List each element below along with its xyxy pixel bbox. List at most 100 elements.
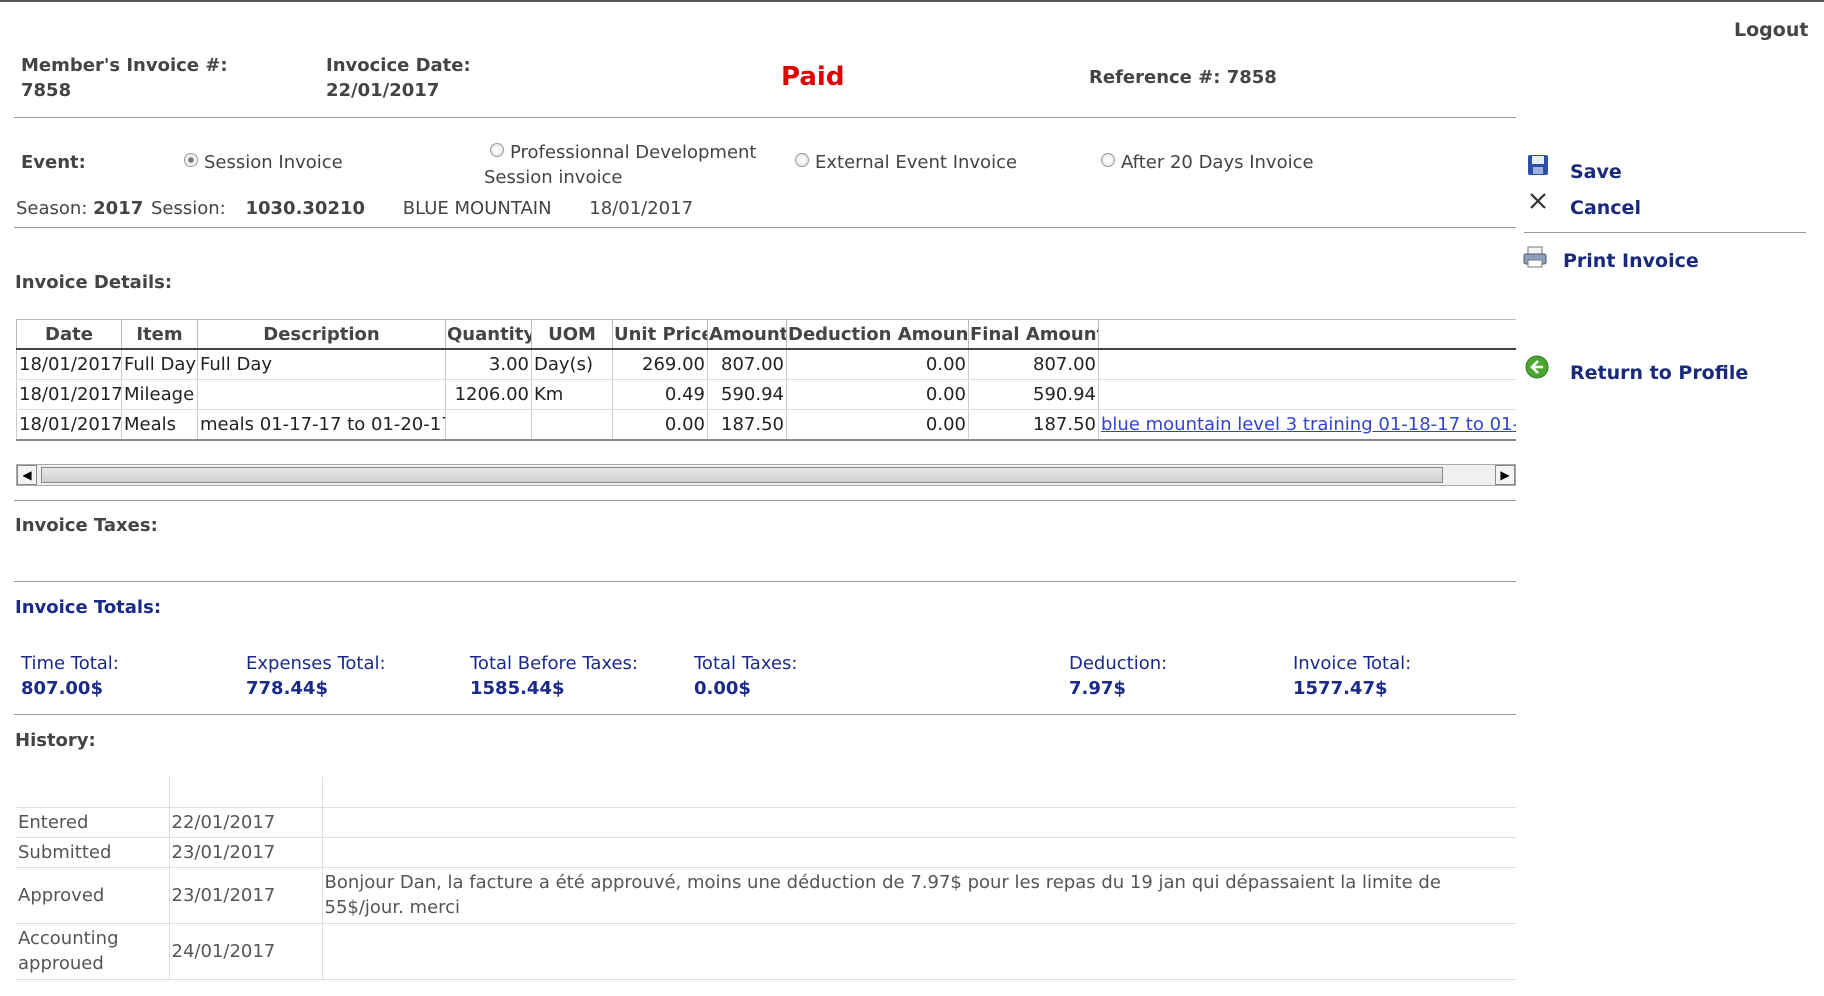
table-row bbox=[16, 777, 1516, 808]
status-badge: Paid bbox=[781, 62, 845, 92]
logout-link[interactable]: Logout bbox=[1734, 19, 1808, 41]
total-before-taxes-value: 1585.44$ bbox=[470, 678, 565, 699]
expenses-total: Expenses Total: 778.44$ bbox=[246, 651, 386, 701]
history-status: Submitted bbox=[16, 837, 169, 868]
radio-label: Professionnal Development bbox=[510, 142, 757, 163]
reference-label: Reference #: 7858 bbox=[1089, 67, 1277, 88]
column-header-uom[interactable]: UOM bbox=[531, 319, 613, 350]
history-comment bbox=[321, 923, 1516, 980]
cell-description: meals 01-17-17 to 01-20-17 bbox=[197, 409, 446, 441]
column-header-description[interactable]: Description bbox=[197, 319, 446, 350]
radio-after-20-days-invoice[interactable]: After 20 Days Invoice bbox=[1101, 152, 1314, 173]
cell-date: 18/01/2017 bbox=[16, 379, 122, 410]
history-header-cell bbox=[168, 777, 322, 808]
invoice-number-label: Member's Invoice #: bbox=[21, 55, 228, 76]
history-comment bbox=[321, 807, 1516, 838]
table-row[interactable]: 18/01/2017 Meals meals 01-17-17 to 01-20… bbox=[16, 409, 1516, 441]
divider bbox=[14, 581, 1516, 582]
table-row: Submitted 23/01/2017 bbox=[16, 837, 1516, 868]
event-label: Event: bbox=[21, 152, 86, 173]
column-header-final-amount[interactable]: Final Amount bbox=[968, 319, 1099, 350]
deduction-label: Deduction: bbox=[1069, 653, 1168, 674]
history-date: 23/01/2017 bbox=[168, 837, 322, 868]
close-icon[interactable] bbox=[1528, 191, 1548, 211]
radio-label: After 20 Days Invoice bbox=[1121, 152, 1314, 173]
history-header-cell bbox=[16, 777, 169, 808]
cell-unit-price: 269.00 bbox=[612, 349, 708, 380]
invoice-details-title: Invoice Details: bbox=[15, 272, 173, 293]
radio-button-icon[interactable] bbox=[184, 153, 198, 167]
cell-description bbox=[197, 379, 446, 410]
cell-item: Mileage bbox=[121, 379, 198, 410]
cell-note-link[interactable] bbox=[1098, 349, 1516, 380]
session-location: BLUE MOUNTAIN bbox=[402, 198, 552, 219]
table-row: Entered 22/01/2017 bbox=[16, 807, 1516, 838]
invoice-total-value: 1577.47$ bbox=[1293, 678, 1388, 699]
save-button[interactable]: Save bbox=[1570, 161, 1622, 183]
cell-deduction: 0.00 bbox=[786, 379, 969, 410]
scroll-right-arrow-icon[interactable]: ▶ bbox=[1495, 465, 1515, 485]
cell-note-link[interactable]: blue mountain level 3 training 01-18-17 … bbox=[1098, 409, 1516, 441]
expenses-total-value: 778.44$ bbox=[246, 678, 328, 699]
season-label: Season: bbox=[16, 198, 88, 219]
printer-icon[interactable] bbox=[1522, 245, 1548, 269]
time-total: Time Total: 807.00$ bbox=[21, 651, 119, 701]
table-row[interactable]: 18/01/2017 Full Day Full Day 3.00 Day(s)… bbox=[16, 349, 1516, 380]
history-date: 23/01/2017 bbox=[168, 867, 322, 924]
history-title: History: bbox=[15, 730, 96, 751]
cell-uom: Km bbox=[531, 379, 613, 410]
expenses-total-label: Expenses Total: bbox=[246, 653, 386, 674]
cell-unit-price: 0.00 bbox=[612, 409, 708, 441]
cell-quantity: 1206.00 bbox=[445, 379, 532, 410]
history-header-cell bbox=[321, 777, 1516, 808]
divider bbox=[14, 714, 1516, 715]
scrollbar-thumb[interactable] bbox=[41, 467, 1443, 483]
deduction-total: Deduction: 7.97$ bbox=[1069, 651, 1167, 701]
column-header-deduction-amount[interactable]: Deduction Amount bbox=[786, 319, 969, 350]
total-before-taxes: Total Before Taxes: 1585.44$ bbox=[470, 651, 638, 701]
invoice-total-label: Invoice Total: bbox=[1293, 653, 1412, 674]
details-table-wrapper: Date Item Description Quantity UOM Unit … bbox=[16, 319, 1516, 441]
column-header-unit-price[interactable]: Unit Price bbox=[612, 319, 708, 350]
radio-label: External Event Invoice bbox=[815, 152, 1018, 173]
invoice-total: Invoice Total: 1577.47$ bbox=[1293, 651, 1411, 701]
radio-professional-development[interactable]: Professionnal Development Session invoic… bbox=[484, 140, 756, 190]
return-to-profile-button[interactable]: Return to Profile bbox=[1570, 362, 1748, 384]
time-total-label: Time Total: bbox=[21, 653, 119, 674]
table-row[interactable]: 18/01/2017 Mileage 1206.00 Km 0.49 590.9… bbox=[16, 379, 1516, 410]
total-taxes-value: 0.00$ bbox=[694, 678, 751, 699]
column-header-note bbox=[1098, 319, 1516, 350]
scroll-left-arrow-icon[interactable]: ◀ bbox=[17, 465, 37, 485]
history-table: Entered 22/01/2017 Submitted 23/01/2017 … bbox=[16, 777, 1516, 980]
reference-label-text: Reference #: bbox=[1089, 67, 1221, 88]
back-arrow-icon[interactable] bbox=[1525, 355, 1549, 379]
invoice-taxes-title: Invoice Taxes: bbox=[15, 515, 158, 536]
column-header-amount[interactable]: Amount bbox=[707, 319, 787, 350]
radio-external-event-invoice[interactable]: External Event Invoice bbox=[795, 152, 1017, 173]
horizontal-scrollbar[interactable]: ◀ ▶ bbox=[16, 464, 1516, 486]
cell-uom bbox=[531, 409, 613, 441]
history-comment bbox=[321, 837, 1516, 868]
column-header-item[interactable]: Item bbox=[121, 319, 198, 350]
divider bbox=[14, 500, 1516, 501]
column-header-quantity[interactable]: Quantity bbox=[445, 319, 532, 350]
column-header-date[interactable]: Date bbox=[16, 319, 122, 350]
session-date: 18/01/2017 bbox=[589, 198, 694, 219]
radio-session-invoice[interactable]: Session Invoice bbox=[184, 152, 343, 173]
session-value: 1030.30210 bbox=[245, 198, 366, 219]
cell-amount: 807.00 bbox=[707, 349, 787, 380]
table-row: Approved 23/01/2017 Bonjour Dan, la fact… bbox=[16, 867, 1516, 924]
invoice-details-table: Date Item Description Quantity UOM Unit … bbox=[16, 319, 1516, 441]
radio-button-icon[interactable] bbox=[795, 153, 809, 167]
save-disk-icon[interactable] bbox=[1527, 154, 1549, 176]
radio-button-icon[interactable] bbox=[1101, 153, 1115, 167]
cancel-button[interactable]: Cancel bbox=[1570, 197, 1641, 219]
invoice-number: 7858 bbox=[21, 80, 72, 101]
table-header-row: Date Item Description Quantity UOM Unit … bbox=[16, 319, 1516, 350]
print-invoice-button[interactable]: Print Invoice bbox=[1563, 250, 1699, 272]
history-date: 24/01/2017 bbox=[168, 923, 322, 980]
invoice-totals-title: Invoice Totals: bbox=[15, 597, 162, 618]
radio-button-icon[interactable] bbox=[490, 143, 504, 157]
cell-note-link[interactable] bbox=[1098, 379, 1516, 410]
divider bbox=[1524, 232, 1806, 233]
